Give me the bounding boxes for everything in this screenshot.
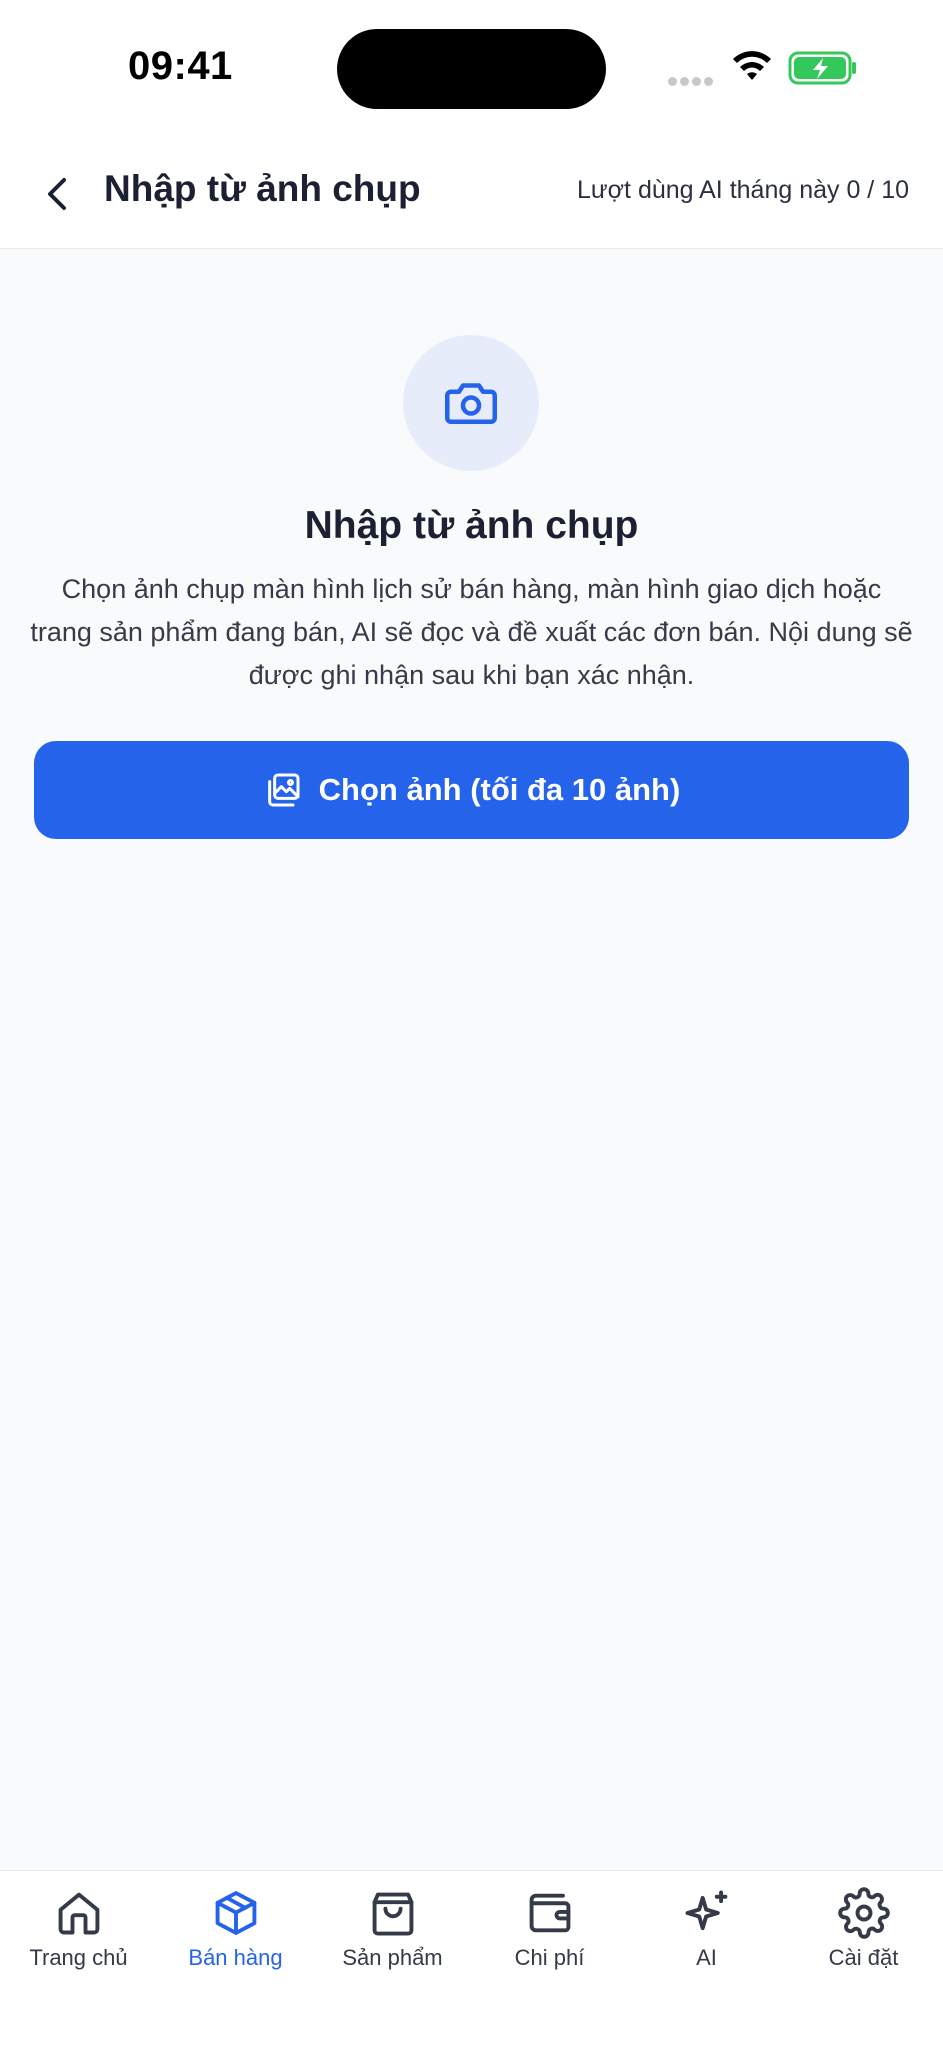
choose-images-button[interactable]: Chọn ảnh (tối đa 10 ảnh)	[34, 741, 909, 839]
tab-products-label: Sản phẩm	[342, 1945, 443, 1970]
camera-icon-badge	[403, 335, 539, 471]
choose-images-label: Chọn ảnh (tối đa 10 ảnh)	[318, 772, 681, 807]
tab-products[interactable]: Sản phẩm	[314, 1887, 471, 1987]
sparkles-icon	[685, 1890, 727, 1931]
tab-expenses[interactable]: Chi phí	[471, 1887, 628, 1987]
shopping-bag-icon	[372, 1892, 413, 1936]
ai-usage-counter: Lượt dùng AI tháng này 0 / 10	[577, 176, 909, 204]
tab-home[interactable]: Trang chủ	[0, 1887, 157, 1987]
navigation-header: Nhập từ ảnh chụp Lượt dùng AI tháng này …	[0, 140, 943, 249]
tab-sales[interactable]: Bán hàng	[157, 1887, 314, 1987]
status-bar: 09:41	[0, 0, 943, 140]
battery-icon	[788, 51, 856, 85]
wallet-icon	[529, 1893, 570, 1933]
tab-ai-label: AI	[696, 1945, 717, 1970]
tab-sales-label: Bán hàng	[188, 1945, 283, 1970]
tab-settings[interactable]: Cài đặt	[785, 1887, 942, 1987]
tab-expenses-label: Chi phí	[514, 1945, 585, 1970]
chevron-left-icon	[48, 178, 66, 210]
status-time: 09:41	[128, 44, 233, 88]
images-icon	[267, 773, 300, 807]
instruction-text: Chọn ảnh chụp màn hình lịch sử bán hàng,…	[30, 574, 913, 690]
tab-home-label: Trang chủ	[29, 1945, 128, 1970]
box-icon	[215, 1891, 256, 1935]
home-icon	[58, 1892, 99, 1935]
wifi-icon	[733, 51, 771, 80]
dynamic-island	[337, 29, 606, 109]
bottom-tab-bar: Trang chủ Bán hàng Sản phẩm Chi phí AI C…	[0, 1870, 943, 2050]
tab-settings-label: Cài đặt	[828, 1945, 899, 1970]
gear-icon	[837, 1887, 890, 1939]
back-button[interactable]	[38, 170, 78, 218]
tab-ai[interactable]: AI	[628, 1887, 785, 1987]
page-title: Nhập từ ảnh chụp	[104, 168, 421, 209]
cellular-signal-icon	[668, 73, 716, 91]
section-title: Nhập từ ảnh chụp	[304, 504, 639, 547]
camera-icon	[445, 383, 497, 424]
